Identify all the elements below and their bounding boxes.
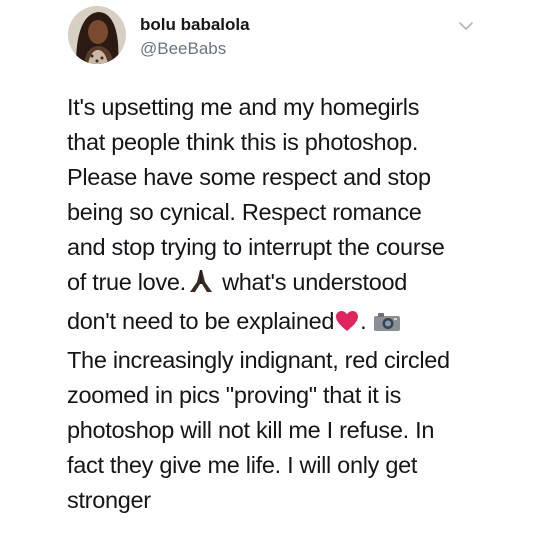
tweet-line-text: of true love. (67, 269, 186, 295)
tweet-line: The increasingly indignant, red circled (67, 347, 450, 373)
tweet-line-text: don't need to be explained (67, 308, 335, 334)
chevron-down-icon[interactable] (456, 16, 476, 36)
praying-hands-emoji (186, 268, 216, 304)
tweet-line: of true love. what's understood (67, 265, 497, 304)
tweet-header: bolu babalola @BeeBabs (68, 6, 498, 70)
tweet-line: that people think this is photoshop. (67, 129, 419, 155)
red-heart-emoji (334, 308, 360, 343)
tweet: bolu babalola @BeeBabs It's upsetting me… (0, 0, 540, 540)
tweet-line: It's upsetting me and my homegirls (67, 94, 420, 120)
tweet-line: stronger (67, 487, 151, 513)
tweet-text: It's upsetting me and my homegirls that … (67, 90, 497, 518)
display-name[interactable]: bolu babalola (140, 15, 250, 35)
tweet-line: Please have some respect and stop (67, 164, 431, 190)
tweet-line: fact they give me life. I will only get (67, 452, 418, 478)
tweet-line-text: what's understood (215, 269, 408, 295)
tweet-line-text: . (360, 308, 367, 334)
tweet-line: photoshop will not kill me I refuse. In (67, 417, 435, 443)
tweet-line: and stop trying to interrupt the course (67, 234, 445, 260)
camera-emoji (372, 308, 402, 343)
tweet-line: don't need to be explained. (67, 304, 497, 343)
tweet-line: being so cynical. Respect romance (67, 199, 422, 225)
tweet-line: zoomed in pics "proving" that it is (67, 382, 402, 408)
avatar[interactable] (68, 6, 126, 64)
user-handle[interactable]: @BeeBabs (140, 39, 226, 59)
